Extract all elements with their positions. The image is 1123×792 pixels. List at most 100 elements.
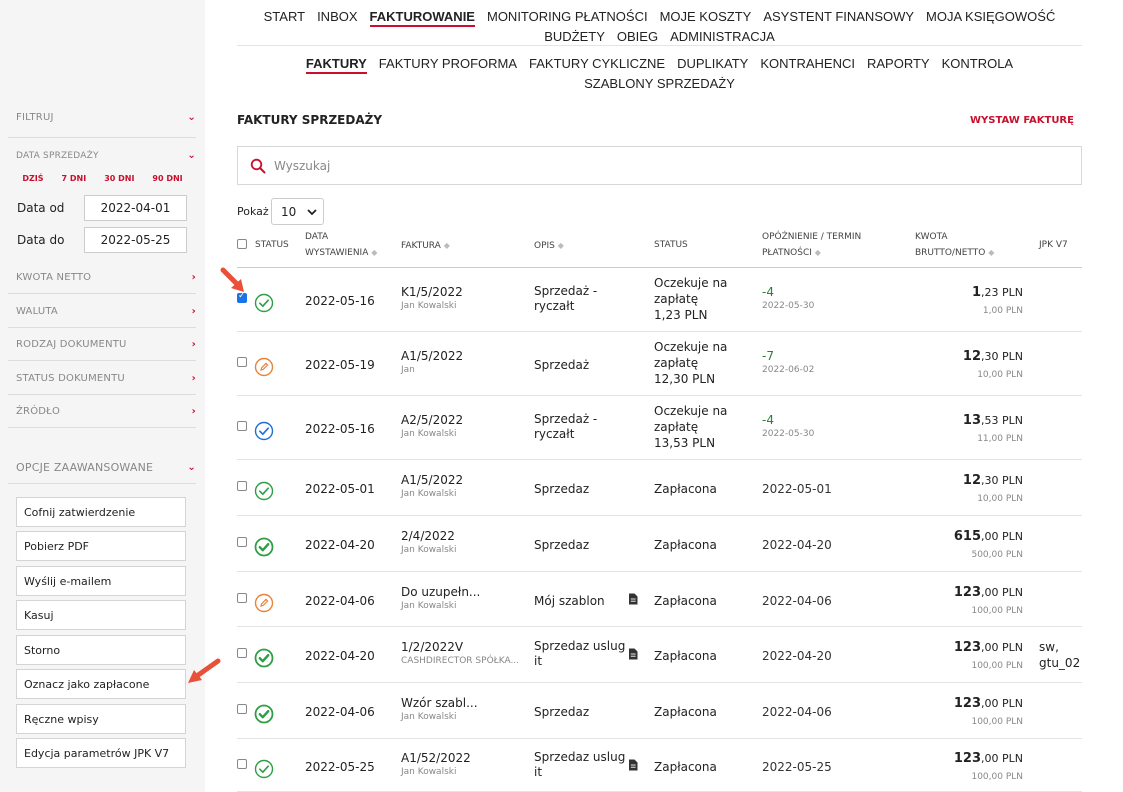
quick-90-days[interactable]: 90 DNI: [152, 174, 182, 183]
table-row[interactable]: 2022-05-01 A1/5/2022 Jan Kowalski Sprzeda…: [237, 460, 1082, 516]
table-row[interactable]: 2022-04-20 1/2/2022V CASHDIRECTOR SPÓŁKA.…: [237, 627, 1082, 683]
invoice-number[interactable]: Do uzupełn... Jan Kowalski: [401, 585, 480, 611]
row-checkbox[interactable]: [237, 421, 247, 431]
filter-document-status[interactable]: STATUS DOKUMENTU ›: [16, 373, 196, 384]
invoice-number[interactable]: A1/5/2022 Jan Kowalski: [401, 473, 463, 499]
date-to-input[interactable]: 2022-05-25: [84, 227, 187, 253]
edit-jpk-params-button[interactable]: Edycja parametrów JPK V7: [16, 738, 186, 768]
invoice-number[interactable]: A1/5/2022 Jan: [401, 349, 463, 375]
header-issue-date-line2: WYSTAWIENIA: [305, 248, 369, 258]
delay-due: 2022-05-25: [762, 760, 832, 774]
approved-status-icon[interactable]: [254, 537, 274, 557]
delay-days: 2022-04-20: [762, 649, 832, 663]
row-checkbox[interactable]: [237, 592, 247, 603]
send-email-button[interactable]: Wyślij e-mailem: [16, 566, 186, 596]
row-checkbox[interactable]: [237, 648, 247, 658]
nav-inbox[interactable]: INBOX: [317, 7, 357, 27]
row-checkbox[interactable]: [237, 704, 247, 714]
delete-button[interactable]: Kasuj: [16, 600, 186, 630]
divider: [8, 483, 196, 484]
filter-toggle[interactable]: FILTRUJ ⌄: [16, 112, 196, 123]
row-checkbox[interactable]: [237, 357, 247, 367]
header-issue-date[interactable]: DATA WYSTAWIENIA ◆: [305, 230, 377, 261]
invoice-number[interactable]: K1/5/2022 Jan Kowalski: [401, 285, 463, 311]
row-checkbox[interactable]: [237, 758, 247, 769]
draft-status-icon[interactable]: [254, 357, 274, 377]
tab-reports[interactable]: RAPORTY: [867, 54, 930, 74]
header-description[interactable]: OPIS ◆: [534, 238, 564, 254]
payment-status-line1: Oczekuje na: [654, 340, 728, 354]
tab-control[interactable]: KONTROLA: [942, 54, 1014, 74]
storno-button[interactable]: Storno: [16, 635, 186, 665]
row-checkbox[interactable]: [237, 481, 247, 491]
approved-status-icon[interactable]: [254, 481, 274, 501]
header-invoice[interactable]: FAKTURA ◆: [401, 238, 450, 254]
nav-invoicing[interactable]: FAKTUROWANIE: [369, 8, 475, 27]
filter-source[interactable]: ŹRÓDŁO ›: [16, 406, 196, 417]
invoice-number[interactable]: A1/52/2022 Jan Kowalski: [401, 751, 471, 777]
header-amount[interactable]: KWOTA BRUTTO/NETTO ◆: [915, 230, 994, 261]
quick-today[interactable]: DZIŚ: [22, 174, 43, 183]
tab-invoices[interactable]: FAKTURY: [305, 55, 367, 74]
contractor-name: Jan Kowalski: [401, 766, 457, 777]
quick-7-days[interactable]: 7 DNI: [62, 174, 87, 183]
advanced-options-toggle[interactable]: OPCJE ZAAWANSOWANE ⌄: [16, 461, 196, 474]
tab-proforma[interactable]: FAKTURY PROFORMA: [379, 54, 517, 74]
table-row[interactable]: 2022-04-20 2/4/2022 Jan Kowalski Sprzedaz…: [237, 516, 1082, 572]
nav-start[interactable]: START: [264, 7, 305, 27]
tab-recurring[interactable]: FAKTURY CYKLICZNE: [529, 54, 665, 74]
page-size-select[interactable]: 10: [271, 198, 324, 225]
approved-status-icon[interactable]: [254, 648, 274, 668]
sale-date-toggle[interactable]: DATA SPRZEDAŻY ⌄: [16, 150, 196, 161]
table-row[interactable]: 2022-05-19 A1/5/2022 Jan Sprzedaż Oczekuj…: [237, 332, 1082, 396]
table-row[interactable]: 2022-04-06 Do uzupełn... Jan Kowalski Mój…: [237, 572, 1082, 627]
tab-contractors[interactable]: KONTRAHENCI: [760, 54, 855, 74]
undo-approval-button[interactable]: Cofnij zatwierdzenie: [16, 497, 186, 527]
header-delay[interactable]: OPÓŹNIENIE / TERMIN PŁATNOŚCI ◆: [762, 230, 861, 261]
filter-document-type[interactable]: RODZAJ DOKUMENTU ›: [16, 339, 196, 350]
tab-duplicates[interactable]: DUPLIKATY: [677, 54, 748, 74]
document-icon[interactable]: [628, 593, 638, 608]
manual-entries-button[interactable]: Ręczne wpisy: [16, 704, 186, 734]
invoice-number[interactable]: Wzór szabl... Jan Kowalski: [401, 696, 478, 722]
issue-invoice-button[interactable]: WYSTAW FAKTURĘ: [970, 115, 1074, 126]
gross-integer: 12: [962, 473, 982, 488]
approved-status-icon[interactable]: [254, 704, 274, 724]
gross-decimal: ,30 PLN: [981, 350, 1023, 363]
document-icon[interactable]: [628, 759, 638, 774]
table-row[interactable]: 2022-05-25 A1/52/2022 Jan Kowalski Sprzed…: [237, 739, 1082, 792]
nav-budgets[interactable]: BUDŻETY: [544, 27, 605, 47]
approved-status-icon[interactable]: [254, 421, 274, 441]
document-icon[interactable]: [628, 648, 638, 663]
invoice-number[interactable]: 2/4/2022 Jan Kowalski: [401, 529, 456, 555]
invoice-number-text: A1/52/2022: [401, 750, 471, 765]
mark-paid-button[interactable]: Oznacz jako zapłacone: [16, 669, 186, 699]
invoice-number[interactable]: A2/5/2022 Jan Kowalski: [401, 413, 463, 439]
table-row[interactable]: 2022-05-16 A2/5/2022 Jan Kowalski Sprzeda…: [237, 396, 1082, 460]
nav-administration[interactable]: ADMINISTRACJA: [670, 27, 775, 47]
row-checkbox[interactable]: [237, 537, 247, 547]
select-all-checkbox[interactable]: [237, 239, 247, 249]
quick-30-days[interactable]: 30 DNI: [104, 174, 134, 183]
nav-my-costs[interactable]: MOJE KOSZTY: [660, 7, 752, 27]
draft-status-icon[interactable]: [254, 593, 274, 613]
nav-financial-assistant[interactable]: ASYSTENT FINANSOWY: [763, 7, 914, 27]
date-from-input[interactable]: 2022-04-01: [84, 195, 187, 221]
invoice-number[interactable]: 1/2/2022V CASHDIRECTOR SPÓŁKA...: [401, 640, 519, 666]
nav-my-accounting[interactable]: MOJA KSIĘGOWOŚĆ: [926, 7, 1055, 27]
approved-status-icon[interactable]: [254, 759, 274, 779]
nav-payment-monitoring[interactable]: MONITORING PŁATNOŚCI: [487, 7, 648, 27]
filter-currency[interactable]: WALUTA ›: [16, 306, 196, 317]
description-line1: Sprzedaz: [534, 538, 590, 552]
approved-status-icon[interactable]: [254, 293, 274, 313]
table-row[interactable]: 2022-05-16 K1/5/2022 Jan Kowalski Sprzeda…: [237, 268, 1082, 332]
download-pdf-button[interactable]: Pobierz PDF: [16, 531, 186, 561]
tab-sales-templates[interactable]: SZABLONY SPRZEDAŻY: [584, 74, 735, 94]
payment-status-line1: Zapłacona: [654, 649, 717, 663]
table-row[interactable]: 2022-04-06 Wzór szabl... Jan Kowalski Spr…: [237, 683, 1082, 739]
filter-net-amount[interactable]: KWOTA NETTO ›: [16, 272, 196, 283]
search-input[interactable]: Wyszukaj: [237, 146, 1082, 185]
nav-workflow[interactable]: OBIEG: [617, 27, 658, 47]
delay-days: 2022-04-06: [762, 593, 832, 608]
delay-due: 2022-05-01: [762, 482, 832, 496]
